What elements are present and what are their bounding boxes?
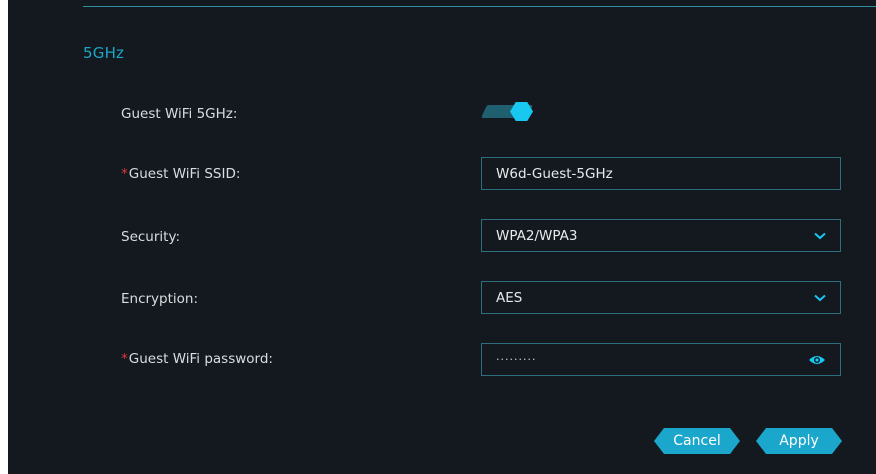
password-label-text: Guest WiFi password: [128, 351, 273, 367]
password-value: ········· [496, 353, 537, 366]
chevron-down-icon[interactable] [814, 230, 826, 242]
password-input[interactable]: ········· [481, 343, 841, 376]
section-title: 5GHz [83, 44, 125, 62]
ssid-label: *Guest WiFi SSID: [121, 164, 240, 184]
encryption-select[interactable]: AES [481, 281, 841, 314]
security-value: WPA2/WPA3 [496, 227, 578, 244]
required-marker: * [121, 351, 128, 367]
guest-wifi-toggle[interactable] [480, 102, 539, 121]
password-label: *Guest WiFi password: [121, 349, 273, 369]
required-marker: * [121, 166, 128, 182]
security-select[interactable]: WPA2/WPA3 [481, 219, 841, 252]
encryption-label: Encryption: [121, 289, 198, 309]
security-label-text: Security: [121, 229, 181, 245]
ssid-value: W6d-Guest-5GHz [496, 165, 613, 182]
guest-wifi-label-text: Guest WiFi 5GHz: [121, 106, 238, 122]
cancel-button[interactable]: Cancel [654, 428, 740, 454]
apply-button[interactable]: Apply [756, 428, 842, 454]
eye-icon[interactable] [808, 353, 826, 367]
page: 5GHz Guest WiFi 5GHz: *Guest WiFi SSID: … [0, 0, 876, 474]
encryption-value: AES [496, 289, 523, 306]
ssid-input[interactable]: W6d-Guest-5GHz [481, 157, 841, 190]
security-label: Security: [121, 227, 180, 247]
guest-wifi-label: Guest WiFi 5GHz: [121, 104, 237, 124]
chevron-down-icon[interactable] [814, 292, 826, 304]
encryption-label-text: Encryption: [121, 291, 199, 307]
divider [83, 6, 876, 7]
ssid-label-text: Guest WiFi SSID: [128, 166, 241, 182]
